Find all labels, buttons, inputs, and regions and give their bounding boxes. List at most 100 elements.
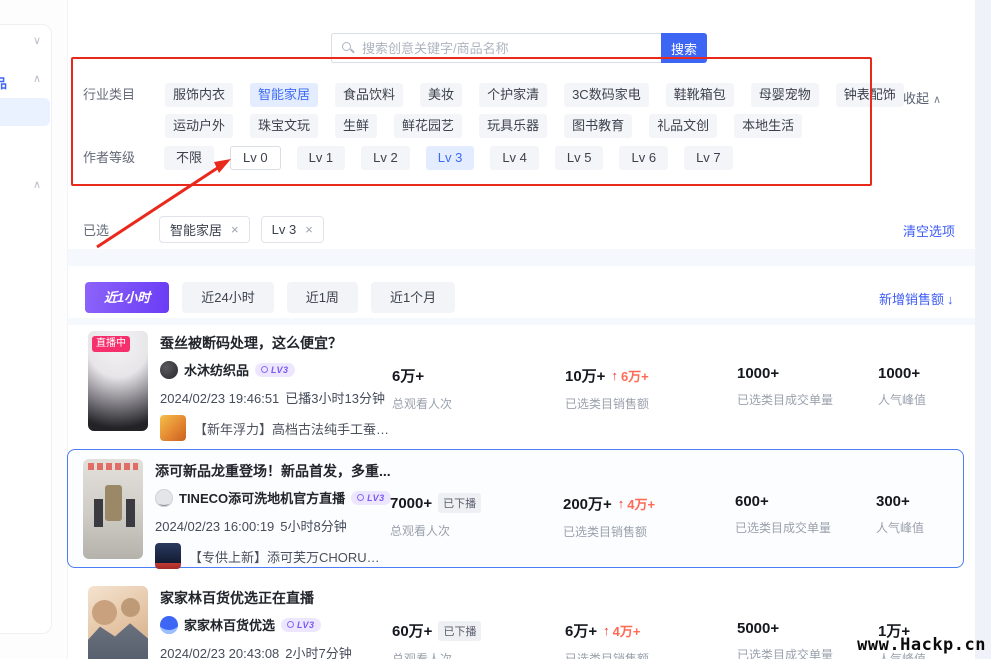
author-row[interactable]: TINECO添可洗地机官方直播 LV3 xyxy=(155,488,390,507)
stat-value: 6万+ xyxy=(392,365,424,386)
category-chip[interactable]: 母婴宠物 xyxy=(751,83,819,107)
livestream-thumbnail[interactable]: 直播中 xyxy=(88,331,148,431)
chevron-up-icon[interactable]: ∧ xyxy=(33,72,41,85)
category-chip[interactable]: 鞋靴箱包 xyxy=(666,83,734,107)
category-chip[interactable]: 生鲜 xyxy=(335,114,377,138)
category-chip[interactable]: 珠宝文玩 xyxy=(250,114,318,138)
level-ring-icon xyxy=(261,366,268,373)
level-chip[interactable]: Lv 1 xyxy=(297,146,346,170)
stat-label: 总观看人次 xyxy=(390,522,563,539)
category-chip[interactable]: 食品饮料 xyxy=(335,83,403,107)
product-thumbnail[interactable] xyxy=(155,543,181,569)
category-chip[interactable]: 礼品文创 xyxy=(649,114,717,138)
category-chip[interactable]: 钟表配饰 xyxy=(836,83,904,107)
category-chip[interactable]: 个护家清 xyxy=(479,83,547,107)
time-range-tabs: 近1小时 近24小时 近1周 近1个月 xyxy=(85,282,455,313)
chevron-down-icon[interactable]: ∨ xyxy=(33,34,41,47)
product-title[interactable]: 【新年浮力】高档古法纯手工蚕丝... xyxy=(194,419,392,438)
product-thumbnail[interactable] xyxy=(160,415,186,441)
duration: 5小时8分钟 xyxy=(280,519,346,534)
datetime-row: 2024/02/23 19:46:51已播3小时13分钟 xyxy=(160,388,392,407)
product-title[interactable]: 【专供上新】添可芙万CHORUS CE... xyxy=(189,547,387,566)
avatar xyxy=(160,616,178,634)
avatar xyxy=(160,361,178,379)
stat-label: 已选类目成交单量 xyxy=(737,391,878,408)
list-item[interactable]: 直播中 蚕丝被断码处理，这么便宜？ 水沐纺织品 LV3 2024/02/23 1… xyxy=(88,331,968,441)
search-button[interactable]: 搜索 xyxy=(661,33,707,63)
category-chip-selected[interactable]: 智能家居 xyxy=(250,83,318,107)
search-input[interactable] xyxy=(331,33,661,63)
item-title[interactable]: 蚕丝被断码处理，这么便宜？ xyxy=(160,333,392,353)
chevron-up-icon[interactable]: ∧ xyxy=(33,178,41,191)
livestream-thumbnail[interactable] xyxy=(88,586,148,659)
close-icon[interactable]: × xyxy=(305,222,313,237)
stat-value: 300+ xyxy=(876,493,910,510)
level-chip[interactable]: 不限 xyxy=(164,146,214,170)
author-level-label: 作者等级 xyxy=(83,146,141,170)
tab-last-24-hours[interactable]: 近24小时 xyxy=(182,282,273,313)
stat-value: 1000+ xyxy=(737,365,779,382)
category-chip[interactable]: 鲜花园艺 xyxy=(394,114,462,138)
tab-last-1-hour[interactable]: 近1小时 xyxy=(85,282,169,313)
livestream-thumbnail[interactable] xyxy=(83,459,143,559)
level-chip-selected[interactable]: Lv 3 xyxy=(426,146,475,170)
tab-last-month[interactable]: 近1个月 xyxy=(371,282,455,313)
list-item[interactable]: 家家林百货优选正在直播 家家林百货优选 LV3 2024/02/23 20:43… xyxy=(88,586,968,659)
item-title[interactable]: 添可新品龙重登场！新品首发，多重... xyxy=(155,461,390,481)
sort-by-sales[interactable]: 新增销售额↓ xyxy=(879,289,954,308)
sidebar-active-item[interactable] xyxy=(0,98,50,126)
sidebar-rail: ∨ 品 ∧ ∧ xyxy=(0,0,68,659)
level-chip-lv0[interactable]: Lv 0 xyxy=(230,146,281,170)
author-name[interactable]: 家家林百货优选 xyxy=(184,615,275,634)
item-meta: 蚕丝被断码处理，这么便宜？ 水沐纺织品 LV3 2024/02/23 19:46… xyxy=(160,331,392,441)
up-arrow-icon: ↑ xyxy=(618,496,625,511)
up-arrow-icon: ↑ xyxy=(603,623,610,638)
level-chip[interactable]: Lv 5 xyxy=(555,146,604,170)
level-chip[interactable]: Lv 7 xyxy=(684,146,733,170)
stat-value: 6万+ xyxy=(565,620,597,641)
duration: 2小时7分钟 xyxy=(285,646,351,659)
category-chip[interactable]: 玩具乐器 xyxy=(479,114,547,138)
stat-label: 已选类目成交单量 xyxy=(735,519,876,536)
stat-value: 1000+ xyxy=(878,365,920,382)
start-time: 2024/02/23 16:00:19 xyxy=(155,519,274,534)
product-row[interactable]: 【专供上新】添可芙万CHORUS CE... xyxy=(155,543,390,569)
collapse-toggle[interactable]: 收起∧ xyxy=(903,88,941,107)
level-ring-icon xyxy=(357,494,364,501)
stat-sales: 6万+↑4万+ 已选类目销售额 xyxy=(565,620,737,659)
category-chip[interactable]: 图书教育 xyxy=(564,114,632,138)
level-chip[interactable]: Lv 6 xyxy=(619,146,668,170)
item-title[interactable]: 家家林百货优选正在直播 xyxy=(160,588,392,608)
category-chip[interactable]: 服饰内衣 xyxy=(165,83,233,107)
author-row[interactable]: 水沐纺织品 LV3 xyxy=(160,360,392,379)
clear-options-link[interactable]: 清空选项 xyxy=(903,221,955,240)
category-chip[interactable]: 运动户外 xyxy=(165,114,233,138)
section-divider xyxy=(68,249,975,266)
level-chip[interactable]: Lv 4 xyxy=(490,146,539,170)
close-icon[interactable]: × xyxy=(231,222,239,237)
stat-viewers: 7000+已下播 总观看人次 xyxy=(390,493,563,569)
author-name[interactable]: TINECO添可洗地机官方直播 xyxy=(179,488,345,507)
ended-badge: 已下播 xyxy=(438,493,481,513)
stat-label: 已选类目销售额 xyxy=(565,395,737,412)
selected-tag[interactable]: 智能家居 × xyxy=(159,216,250,243)
level-chip[interactable]: Lv 2 xyxy=(361,146,410,170)
category-chip[interactable]: 本地生活 xyxy=(734,114,802,138)
category-chip[interactable]: 3C数码家电 xyxy=(564,83,649,107)
level-badge: LV3 xyxy=(255,363,295,377)
stats-row: 7000+已下播 总观看人次 200万+↑4万+ 已选类目销售额 600+ 已选… xyxy=(390,493,963,569)
selected-tag[interactable]: Lv 3 × xyxy=(261,216,324,243)
stat-label: 人气峰值 xyxy=(876,519,924,536)
list-item-selected[interactable]: 添可新品龙重登场！新品首发，多重... TINECO添可洗地机官方直播 LV3 … xyxy=(83,459,963,569)
author-name[interactable]: 水沐纺织品 xyxy=(184,360,249,379)
start-time: 2024/02/23 20:43:08 xyxy=(160,646,279,659)
selected-label: 已选 xyxy=(83,220,109,239)
start-time: 2024/02/23 19:46:51 xyxy=(160,391,279,406)
product-row[interactable]: 【新年浮力】高档古法纯手工蚕丝... xyxy=(160,415,392,441)
watermark: www.Hackp.cn xyxy=(857,635,986,655)
tab-last-week[interactable]: 近1周 xyxy=(287,282,358,313)
category-chip[interactable]: 美妆 xyxy=(420,83,462,107)
stat-viewers: 6万+ 总观看人次 xyxy=(392,365,565,441)
sidebar-item-partial[interactable]: 品 xyxy=(0,73,7,92)
author-row[interactable]: 家家林百货优选 LV3 xyxy=(160,615,392,634)
